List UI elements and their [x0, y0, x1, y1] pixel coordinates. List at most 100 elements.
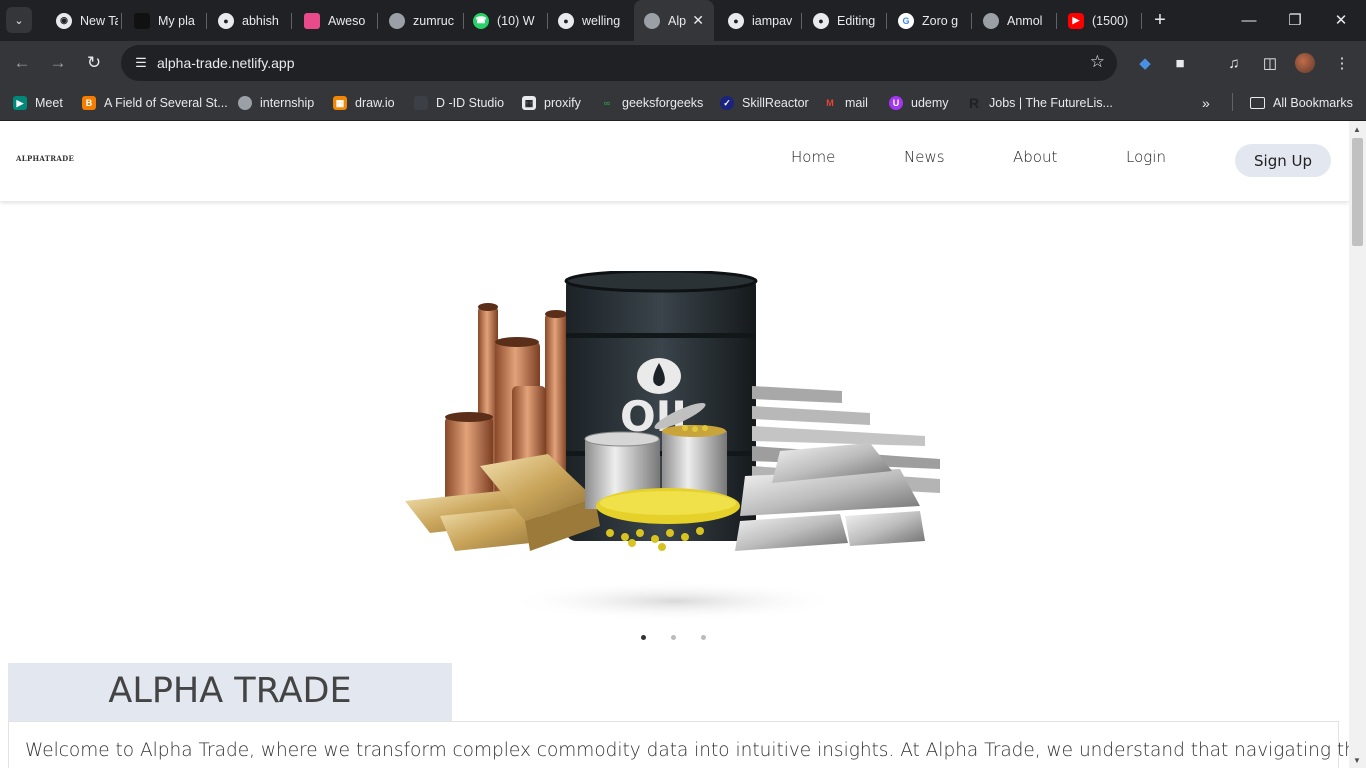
- bookmark-geeksforgeeks[interactable]: ∞ geeksforgeeks: [600, 93, 704, 113]
- github-icon: ●: [813, 12, 829, 29]
- bookmark-skillreactor[interactable]: ✓ SkillReactor: [720, 93, 809, 113]
- reload-button[interactable]: ↻: [81, 50, 107, 76]
- new-tab-button[interactable]: +: [1149, 8, 1171, 32]
- section-title-band: ALPHA TRADE: [8, 663, 452, 721]
- youtube-icon: ▶: [1068, 12, 1084, 29]
- tab-editing[interactable]: ● Editing: [803, 6, 883, 35]
- tab-separator: [801, 13, 802, 29]
- did-icon: [414, 96, 428, 110]
- bookmark-did-studio[interactable]: D -ID Studio: [414, 93, 504, 113]
- all-bookmarks-button[interactable]: All Bookmarks: [1250, 93, 1353, 113]
- proxify-icon: ▦: [522, 96, 536, 110]
- github-icon: ●: [558, 12, 574, 29]
- close-tab-icon[interactable]: ✕: [692, 12, 704, 29]
- globe-icon: [644, 12, 660, 29]
- minimize-button[interactable]: —: [1237, 8, 1261, 32]
- bookmarks-bar: ▶ Meet B A Field of Several St... intern…: [0, 85, 1366, 121]
- side-panel-icon[interactable]: ◫: [1258, 51, 1282, 75]
- tab-separator: [291, 13, 292, 29]
- udemy-icon: U: [889, 96, 903, 110]
- tab-separator: [1141, 13, 1142, 29]
- whatsapp-icon: ☎: [473, 12, 489, 29]
- nav-login[interactable]: Login: [1126, 148, 1166, 166]
- tab-separator: [206, 13, 207, 29]
- tab-abhish[interactable]: ● abhish: [208, 6, 288, 35]
- carousel-indicators: [0, 635, 1349, 643]
- nav-home[interactable]: Home: [791, 148, 835, 166]
- nav-news[interactable]: News: [904, 148, 945, 166]
- globe-icon: [983, 12, 999, 29]
- bookmark-udemy[interactable]: U udemy: [889, 93, 949, 113]
- bookmarks-overflow-button[interactable]: »: [1202, 93, 1210, 113]
- close-window-button[interactable]: ✕: [1329, 8, 1353, 32]
- tab-search-button[interactable]: ⌄: [6, 7, 32, 33]
- address-bar[interactable]: ☰ alpha-trade.netlify.app ☆: [121, 45, 1117, 81]
- section-title: ALPHA TRADE: [108, 671, 352, 711]
- address-url[interactable]: alpha-trade.netlify.app: [157, 55, 295, 71]
- minimize-icon: —: [1241, 11, 1257, 29]
- tab-whatsapp[interactable]: ☎ (10) W: [463, 6, 543, 35]
- site-header: ALPHATRADE Home News About Login Sign Up: [0, 121, 1349, 201]
- tab-youtube[interactable]: ▶ (1500): [1058, 6, 1138, 35]
- page-scrollbar[interactable]: ▲ ▼: [1349, 121, 1366, 768]
- bookmark-meet[interactable]: ▶ Meet: [13, 93, 63, 113]
- bookmark-star-icon[interactable]: ☆: [1090, 52, 1105, 72]
- media-control-icon[interactable]: ♫: [1222, 51, 1246, 75]
- chevron-double-right-icon: »: [1202, 95, 1210, 111]
- r-icon: R: [968, 95, 980, 111]
- carousel-dot-2[interactable]: [671, 635, 676, 640]
- pink-app-icon: [304, 12, 320, 29]
- tab-welling[interactable]: ● welling: [548, 6, 628, 35]
- scrollbar-thumb[interactable]: [1352, 138, 1363, 246]
- bookmark-mail[interactable]: M mail: [823, 93, 868, 113]
- tab-separator: [1056, 13, 1057, 29]
- chevron-down-icon: ⌄: [14, 14, 24, 27]
- bookmark-futurelist[interactable]: R Jobs | The FutureLis...: [967, 93, 1113, 113]
- tab-separator: [377, 13, 378, 29]
- github-icon: ●: [218, 12, 234, 29]
- menu-kebab-icon[interactable]: ⋮: [1330, 51, 1354, 75]
- tab-zoro[interactable]: G Zoro g: [888, 6, 968, 35]
- gfg-icon: ∞: [603, 98, 611, 108]
- nav-about[interactable]: About: [1013, 148, 1057, 166]
- carousel-dot-3[interactable]: [701, 635, 706, 640]
- extensions-puzzle-icon[interactable]: ■: [1168, 51, 1192, 75]
- tab-separator: [121, 13, 122, 29]
- github-icon: ●: [728, 12, 744, 29]
- hero-commodities-image: OIL: [405, 271, 940, 621]
- tab-iampav[interactable]: ● iampav: [718, 6, 798, 35]
- browser-toolbar: ← → ↻ ☰ alpha-trade.netlify.app ☆ ◆ ■ ♫ …: [0, 41, 1366, 85]
- tab-zumruc[interactable]: zumruc: [379, 6, 459, 35]
- profile-avatar[interactable]: [1295, 53, 1315, 73]
- scroll-up-icon[interactable]: ▲: [1353, 125, 1361, 134]
- close-icon: ✕: [1334, 12, 1348, 29]
- bookmark-drawio[interactable]: ▦ draw.io: [333, 93, 395, 113]
- folder-icon: [1250, 97, 1265, 109]
- back-button[interactable]: ←: [9, 50, 35, 76]
- extension-icon[interactable]: ◆: [1133, 51, 1157, 75]
- tab-separator: [886, 13, 887, 29]
- drawio-icon: ▦: [333, 96, 347, 110]
- bookmarks-separator: [1232, 93, 1233, 111]
- about-paragraph: Welcome to Alpha Trade, where we transfo…: [25, 740, 1349, 761]
- tab-my-pla[interactable]: My pla: [124, 6, 204, 35]
- tab-aweso[interactable]: Aweso: [294, 6, 374, 35]
- carousel-dot-1[interactable]: [641, 635, 646, 640]
- site-logo[interactable]: ALPHATRADE: [16, 154, 74, 163]
- chrome-icon: ◉: [56, 12, 72, 29]
- signup-button[interactable]: Sign Up: [1235, 144, 1331, 177]
- tab-alpha-trade-active[interactable]: Alp ✕: [634, 0, 714, 41]
- site-settings-icon[interactable]: ☰: [129, 51, 153, 75]
- tab-anmol[interactable]: Anmol: [973, 6, 1053, 35]
- restore-icon: ❐: [1288, 12, 1302, 29]
- restore-button[interactable]: ❐: [1283, 8, 1307, 32]
- forward-button[interactable]: →: [45, 50, 71, 76]
- plus-icon: +: [1154, 8, 1166, 31]
- scroll-down-icon[interactable]: ▼: [1353, 756, 1361, 765]
- tab-new-tab[interactable]: ◉ New Ta: [46, 6, 118, 35]
- bookmark-proxify[interactable]: ▦ proxify: [522, 93, 581, 113]
- bookmark-field-of-several[interactable]: B A Field of Several St...: [82, 93, 228, 113]
- arrow-right-icon: →: [49, 53, 67, 72]
- bookmark-internship[interactable]: internship: [238, 93, 314, 113]
- reload-icon: ↻: [86, 53, 102, 72]
